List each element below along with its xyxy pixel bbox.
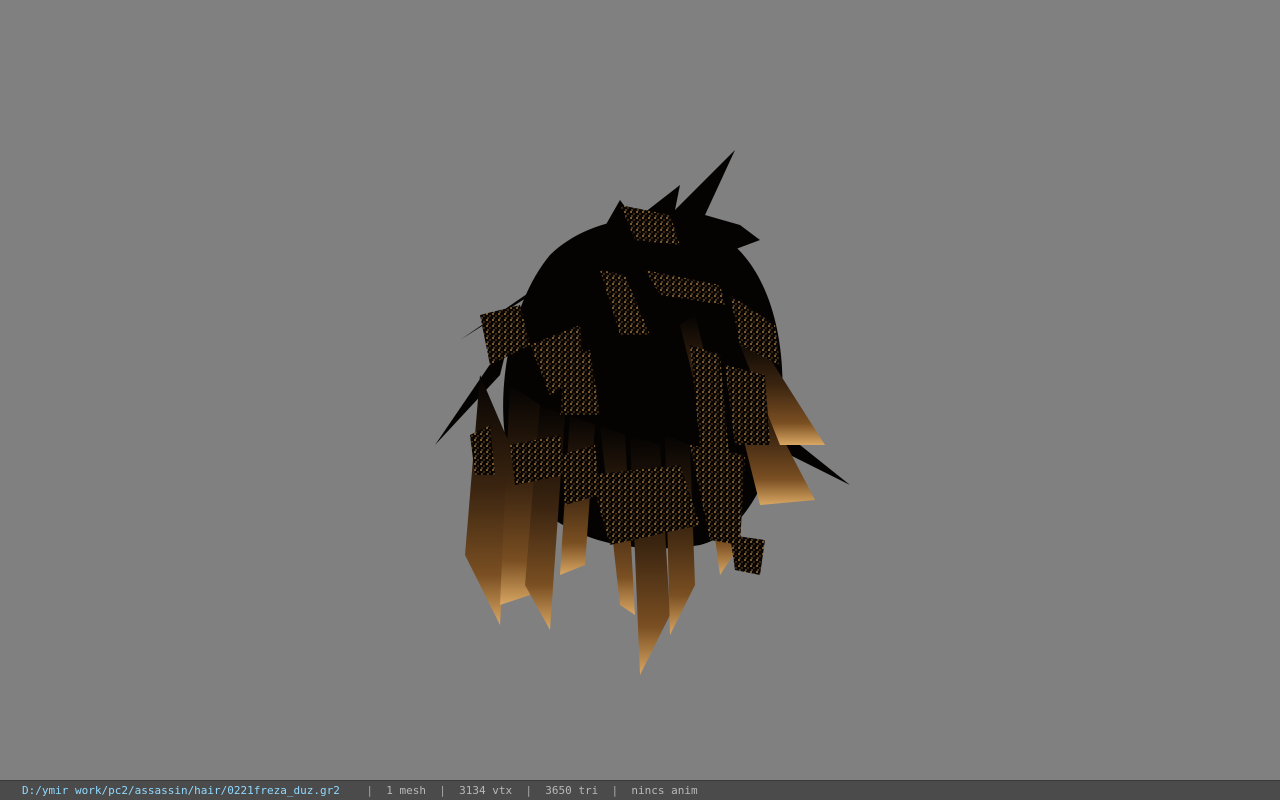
- separator: |: [525, 784, 532, 797]
- triangle-count: 3650 tri: [545, 784, 599, 797]
- 3d-viewport[interactable]: [0, 0, 1280, 780]
- mesh-count: 1 mesh: [386, 784, 427, 797]
- separator: |: [439, 784, 446, 797]
- hair-model: [435, 150, 850, 675]
- vertex-count: 3134 vtx: [459, 784, 513, 797]
- file-path: D:/ymir work/pc2/assassin/hair/0221freza…: [22, 784, 340, 797]
- separator: |: [366, 784, 374, 797]
- status-bar: D:/ymir work/pc2/assassin/hair/0221freza…: [0, 780, 1280, 800]
- separator: |: [611, 784, 619, 797]
- animation-status: nincs anim: [631, 784, 698, 797]
